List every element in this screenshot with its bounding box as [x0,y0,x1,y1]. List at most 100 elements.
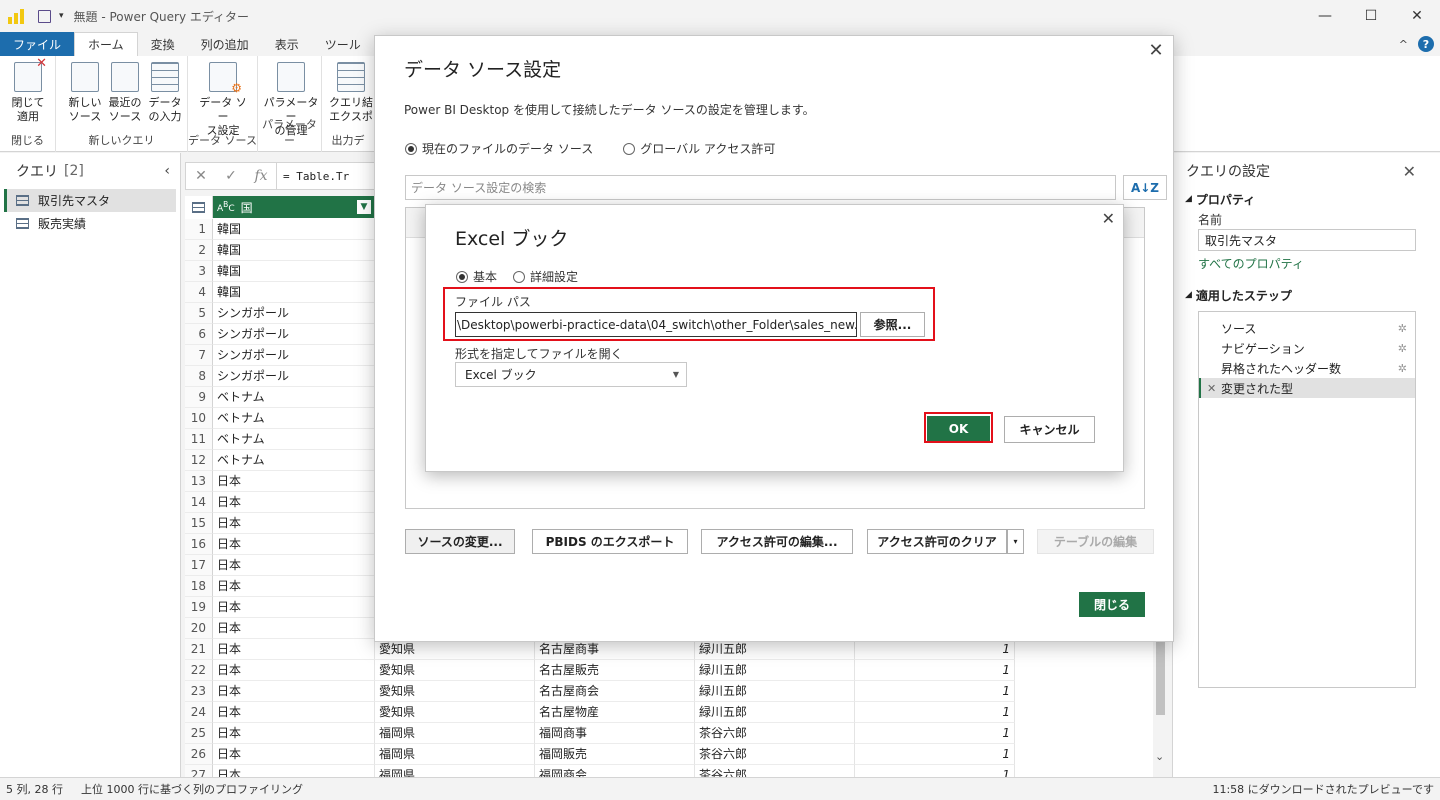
column-header[interactable]: ABC 国 ▼ [213,196,375,218]
radio-advanced[interactable]: 詳細設定 [513,268,578,285]
row-number[interactable]: 11 [185,429,213,450]
table-cell[interactable]: 1 [855,681,1015,702]
enter-data-button[interactable]: データ の入力 [140,62,190,124]
tab-transform[interactable]: 変換 [138,32,188,56]
close-icon[interactable]: ✕ [1102,209,1115,228]
export-query-button[interactable]: クエリ結 エクスポ [326,62,376,124]
cancel-formula-icon[interactable]: ✕ [186,168,216,184]
applied-steps-section[interactable]: ◢ 適用したステップ [1173,285,1440,305]
fx-icon[interactable]: fx [246,168,276,184]
step-item[interactable]: ソース ✲ [1199,318,1415,338]
table-cell[interactable]: 福岡商会 [535,765,695,777]
table-cell[interactable]: 愛知県 [375,681,535,702]
row-number[interactable]: 9 [185,387,213,408]
ok-button[interactable]: OK [927,416,990,441]
table-cell[interactable]: 日本 [213,765,375,777]
table-cell[interactable]: 1 [855,702,1015,723]
row-number[interactable]: 8 [185,366,213,387]
table-cell[interactable]: 韓国 [213,282,375,303]
row-number[interactable]: 1 [185,219,213,240]
search-input[interactable]: データ ソース設定の検索 [405,175,1116,200]
customize-quick-access-icon[interactable]: ▾ [59,11,64,21]
row-number[interactable]: 25 [185,723,213,744]
row-number[interactable]: 15 [185,513,213,534]
table-cell[interactable]: 名古屋物産 [535,702,695,723]
table-cell[interactable]: 韓国 [213,261,375,282]
table-cell[interactable]: 日本 [213,723,375,744]
sort-button[interactable]: A↓Z [1123,175,1167,200]
row-number[interactable]: 4 [185,282,213,303]
row-number[interactable]: 10 [185,408,213,429]
profiling-status[interactable]: 上位 1000 行に基づく列のプロファイリング [63,781,303,797]
table-cell[interactable]: 日本 [213,534,375,555]
export-pbids-button[interactable]: PBIDS のエクスポート [532,529,688,554]
close-settings-icon[interactable]: ✕ [1403,162,1416,181]
table-cell[interactable]: 愛知県 [375,660,535,681]
tab-view[interactable]: 表示 [262,32,312,56]
cancel-button[interactable]: キャンセル [1004,416,1095,443]
row-number[interactable]: 2 [185,240,213,261]
query-item[interactable]: 取引先マスタ [4,189,176,212]
table-cell[interactable]: 緑川五郎 [695,639,855,660]
clear-permissions-button[interactable]: アクセス許可のクリア [867,529,1007,554]
table-menu-icon[interactable] [185,196,213,218]
close-button[interactable]: 閉じる [1079,592,1145,617]
close-apply-button[interactable]: ✕ 閉じて 適用 [3,57,53,124]
table-cell[interactable]: 日本 [213,492,375,513]
tab-add-column[interactable]: 列の追加 [188,32,262,56]
row-number[interactable]: 27 [185,765,213,777]
collapse-ribbon-icon[interactable]: ^ [1399,38,1408,51]
row-number[interactable]: 19 [185,597,213,618]
table-cell[interactable]: 茶谷六郎 [695,723,855,744]
table-cell[interactable]: 福岡商事 [535,723,695,744]
row-number[interactable]: 21 [185,639,213,660]
text-type-icon[interactable]: ABC [217,200,235,214]
radio-current-file[interactable]: 現在のファイルのデータ ソース [405,140,593,157]
table-cell[interactable]: 名古屋商事 [535,639,695,660]
query-name-input[interactable]: 取引先マスタ [1198,229,1416,251]
table-cell[interactable]: 茶谷六郎 [695,744,855,765]
scroll-thumb[interactable] [1156,640,1165,715]
step-item[interactable]: 昇格されたヘッダー数 ✲ [1199,358,1415,378]
table-cell[interactable]: シンガポール [213,366,375,387]
table-cell[interactable]: 福岡県 [375,723,535,744]
data-source-settings-button[interactable]: ⚙ データ ソー ス設定 [198,62,248,138]
delete-step-icon[interactable]: ✕ [1207,382,1216,395]
table-cell[interactable]: シンガポール [213,345,375,366]
table-cell[interactable]: 韓国 [213,219,375,240]
table-cell[interactable]: ベトナム [213,429,375,450]
tab-tools[interactable]: ツール [312,32,374,56]
collapse-queries-icon[interactable]: ‹ [164,163,170,179]
row-number[interactable]: 23 [185,681,213,702]
help-icon[interactable]: ? [1418,36,1434,52]
table-cell[interactable]: 茶谷六郎 [695,765,855,777]
query-item[interactable]: 販売実績 [4,212,176,235]
row-number[interactable]: 16 [185,534,213,555]
table-cell[interactable]: 福岡県 [375,765,535,777]
radio-global-permissions[interactable]: グローバル アクセス許可 [623,140,775,157]
table-cell[interactable]: 日本 [213,513,375,534]
table-cell[interactable]: 韓国 [213,240,375,261]
table-cell[interactable]: 愛知県 [375,639,535,660]
row-number[interactable]: 13 [185,471,213,492]
table-cell[interactable]: 日本 [213,471,375,492]
table-cell[interactable]: シンガポール [213,324,375,345]
table-cell[interactable]: 緑川五郎 [695,681,855,702]
row-number[interactable]: 12 [185,450,213,471]
table-cell[interactable]: 1 [855,744,1015,765]
table-cell[interactable]: 日本 [213,639,375,660]
table-cell[interactable]: シンガポール [213,303,375,324]
edit-permissions-button[interactable]: アクセス許可の編集... [701,529,853,554]
scroll-down-icon[interactable]: ⌄ [1155,750,1164,763]
tab-home[interactable]: ホーム [74,32,138,56]
table-cell[interactable]: 緑川五郎 [695,660,855,681]
table-cell[interactable]: ベトナム [213,387,375,408]
table-cell[interactable]: 日本 [213,702,375,723]
gear-icon[interactable]: ✲ [1398,322,1407,335]
row-number[interactable]: 24 [185,702,213,723]
close-icon[interactable]: ✕ [1147,40,1165,61]
row-number[interactable]: 7 [185,345,213,366]
gear-icon[interactable]: ✲ [1398,362,1407,375]
table-cell[interactable]: 1 [855,765,1015,777]
row-number[interactable]: 5 [185,303,213,324]
